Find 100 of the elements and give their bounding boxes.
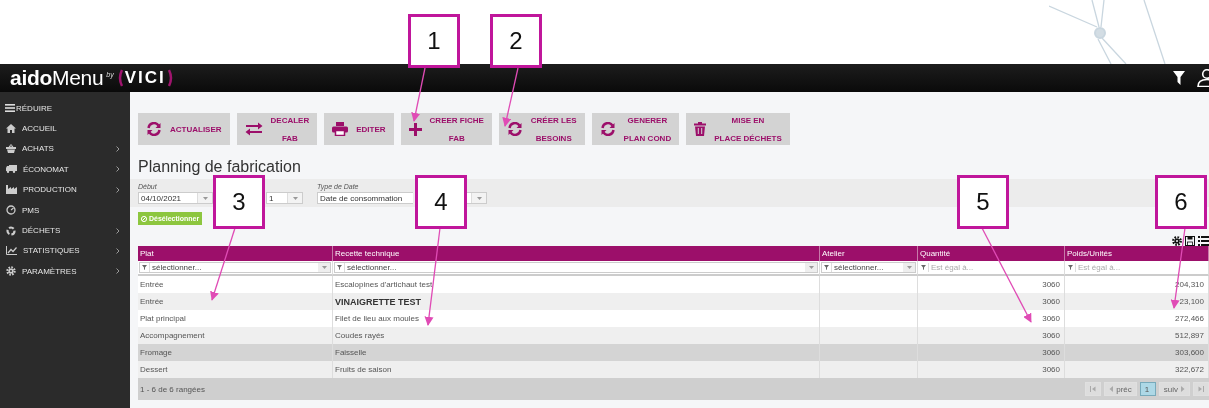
partner-logo: VICI <box>124 68 166 88</box>
first-page-icon <box>1090 386 1097 392</box>
table-cell: Fruits de saison <box>333 361 820 378</box>
table-cell: 3060 <box>918 327 1065 344</box>
refresh-icon <box>599 122 616 136</box>
funnel-icon <box>824 265 829 270</box>
toolbar-button[interactable]: DECALER FAB <box>236 113 318 145</box>
toolbar-button[interactable]: GENERER PLAN COND <box>591 113 680 145</box>
menu-icon <box>5 104 15 113</box>
toolbar-button[interactable]: MISE EN PLACE DÉCHETS <box>686 113 790 145</box>
sidebar-item[interactable]: PARAMÈTRES <box>0 261 130 282</box>
column-header[interactable]: Recette technique <box>333 246 820 261</box>
caret-icon <box>321 266 327 269</box>
page-button[interactable]: 1 <box>1139 382 1156 396</box>
date-field[interactable]: 1 <box>266 192 303 204</box>
callout-number: 4 <box>415 175 467 229</box>
callout-arrow <box>411 67 426 122</box>
callout-number: 2 <box>490 14 542 68</box>
toolbar-button[interactable]: ACTUALISER <box>138 113 230 145</box>
gear-icon <box>6 266 16 277</box>
table-cell: 23,100 <box>1065 293 1209 310</box>
table-cell: Coudes rayés <box>333 327 820 344</box>
truck-icon <box>6 165 17 174</box>
table-cell: 272,466 <box>1065 310 1209 327</box>
table-cell: VINAIGRETTE TEST <box>333 293 820 310</box>
table-cell: Entrée <box>138 276 333 293</box>
row-count: 1 - 6 de 6 rangées <box>140 384 206 394</box>
speedometer-icon <box>6 205 16 216</box>
factory-icon <box>6 185 17 195</box>
cancel-icon <box>141 215 147 222</box>
toolbar-button[interactable]: CREER FICHE FAB <box>400 113 492 145</box>
table-cell: Plat principal <box>138 310 333 327</box>
filter-select[interactable]: sélectionner... <box>821 262 916 273</box>
home-icon <box>6 124 16 134</box>
caret-icon <box>808 266 814 269</box>
sidebar-item[interactable]: PRODUCTION <box>0 179 130 200</box>
settings-icon[interactable] <box>1172 236 1182 246</box>
last-page-icon <box>1198 386 1204 392</box>
sidebar-item[interactable]: ACCUEIL <box>0 118 130 139</box>
refresh-icon <box>506 122 523 136</box>
table-cell: 512,897 <box>1065 327 1209 344</box>
next-page-button[interactable]: suiv <box>1158 382 1190 396</box>
column-header[interactable]: Atelier <box>820 246 918 261</box>
callout-number: 5 <box>957 175 1009 229</box>
table-cell: Filet de lieu aux moules <box>333 310 820 327</box>
callout-number: 3 <box>213 175 265 229</box>
table-cell: 3060 <box>918 276 1065 293</box>
line-chart-icon <box>6 246 17 256</box>
toolbar-button[interactable]: EDITER <box>324 113 394 145</box>
previous-page-button[interactable]: préc <box>1104 382 1137 396</box>
caret-icon <box>906 266 912 269</box>
sidebar-item[interactable]: DÉCHETS <box>0 220 130 241</box>
sidebar-item[interactable]: STATISTIQUES <box>0 240 130 262</box>
table-cell: 322,672 <box>1065 361 1209 378</box>
table-cell: Dessert <box>138 361 333 378</box>
date-field[interactable]: 04/10/2021 <box>138 192 213 204</box>
toolbar-button[interactable]: CRÉER LES BESOINS <box>498 113 585 145</box>
plus-icon <box>408 122 422 136</box>
callout-number: 1 <box>408 14 460 68</box>
table-cell: Entrée <box>138 293 333 310</box>
bracket-icon <box>117 69 123 87</box>
caret-right-icon <box>1181 386 1185 392</box>
filter-select[interactable]: sélectionner... <box>139 262 331 273</box>
sidebar-item[interactable]: RÉDUIRE <box>0 98 130 119</box>
table-cell: 3060 <box>918 344 1065 361</box>
save-icon[interactable] <box>1185 236 1195 246</box>
table-cell: 3060 <box>918 310 1065 327</box>
caret-icon <box>476 196 482 200</box>
callout-arrow <box>502 67 519 127</box>
table-cell: Accompagnement <box>138 327 333 344</box>
page-title: Planning de fabrication <box>138 158 302 177</box>
column-header[interactable]: Quantité <box>918 246 1065 261</box>
funnel-icon <box>337 265 342 270</box>
caret-left-icon <box>1109 386 1114 392</box>
filter-select[interactable]: sélectionner... <box>334 262 818 273</box>
swap-arrows-icon <box>244 122 263 136</box>
sidebar-item[interactable]: PMS <box>0 199 130 221</box>
list-icon[interactable] <box>1198 236 1209 246</box>
sidebar-item[interactable]: ACHATS <box>0 138 130 160</box>
table-cell: Escalopines d'artichaut test <box>333 276 820 293</box>
printer-icon <box>332 122 349 136</box>
bracket-icon <box>167 69 173 87</box>
dropdown-button[interactable] <box>465 192 487 204</box>
caret-icon <box>202 196 208 200</box>
column-header[interactable]: Plat <box>138 246 333 261</box>
brand-logo: aidoMenu <box>10 66 104 90</box>
sidebar-item[interactable]: ÉCONOMAT <box>0 159 130 180</box>
trash-icon <box>694 122 707 136</box>
table-cell: 3060 <box>918 361 1065 378</box>
table-cell: 3060 <box>918 293 1065 310</box>
filter-icon[interactable] <box>1173 71 1185 85</box>
basket-icon <box>6 144 16 154</box>
table-cell: 303,600 <box>1065 344 1209 361</box>
caret-icon <box>292 196 298 200</box>
funnel-icon <box>142 265 147 270</box>
recycle-icon <box>6 225 16 236</box>
date-type-select[interactable]: Date de consommation <box>317 192 413 204</box>
refresh-icon <box>146 122 162 136</box>
table-cell: Faisselle <box>333 344 820 361</box>
column-header[interactable]: Poids/Unités <box>1065 246 1209 261</box>
